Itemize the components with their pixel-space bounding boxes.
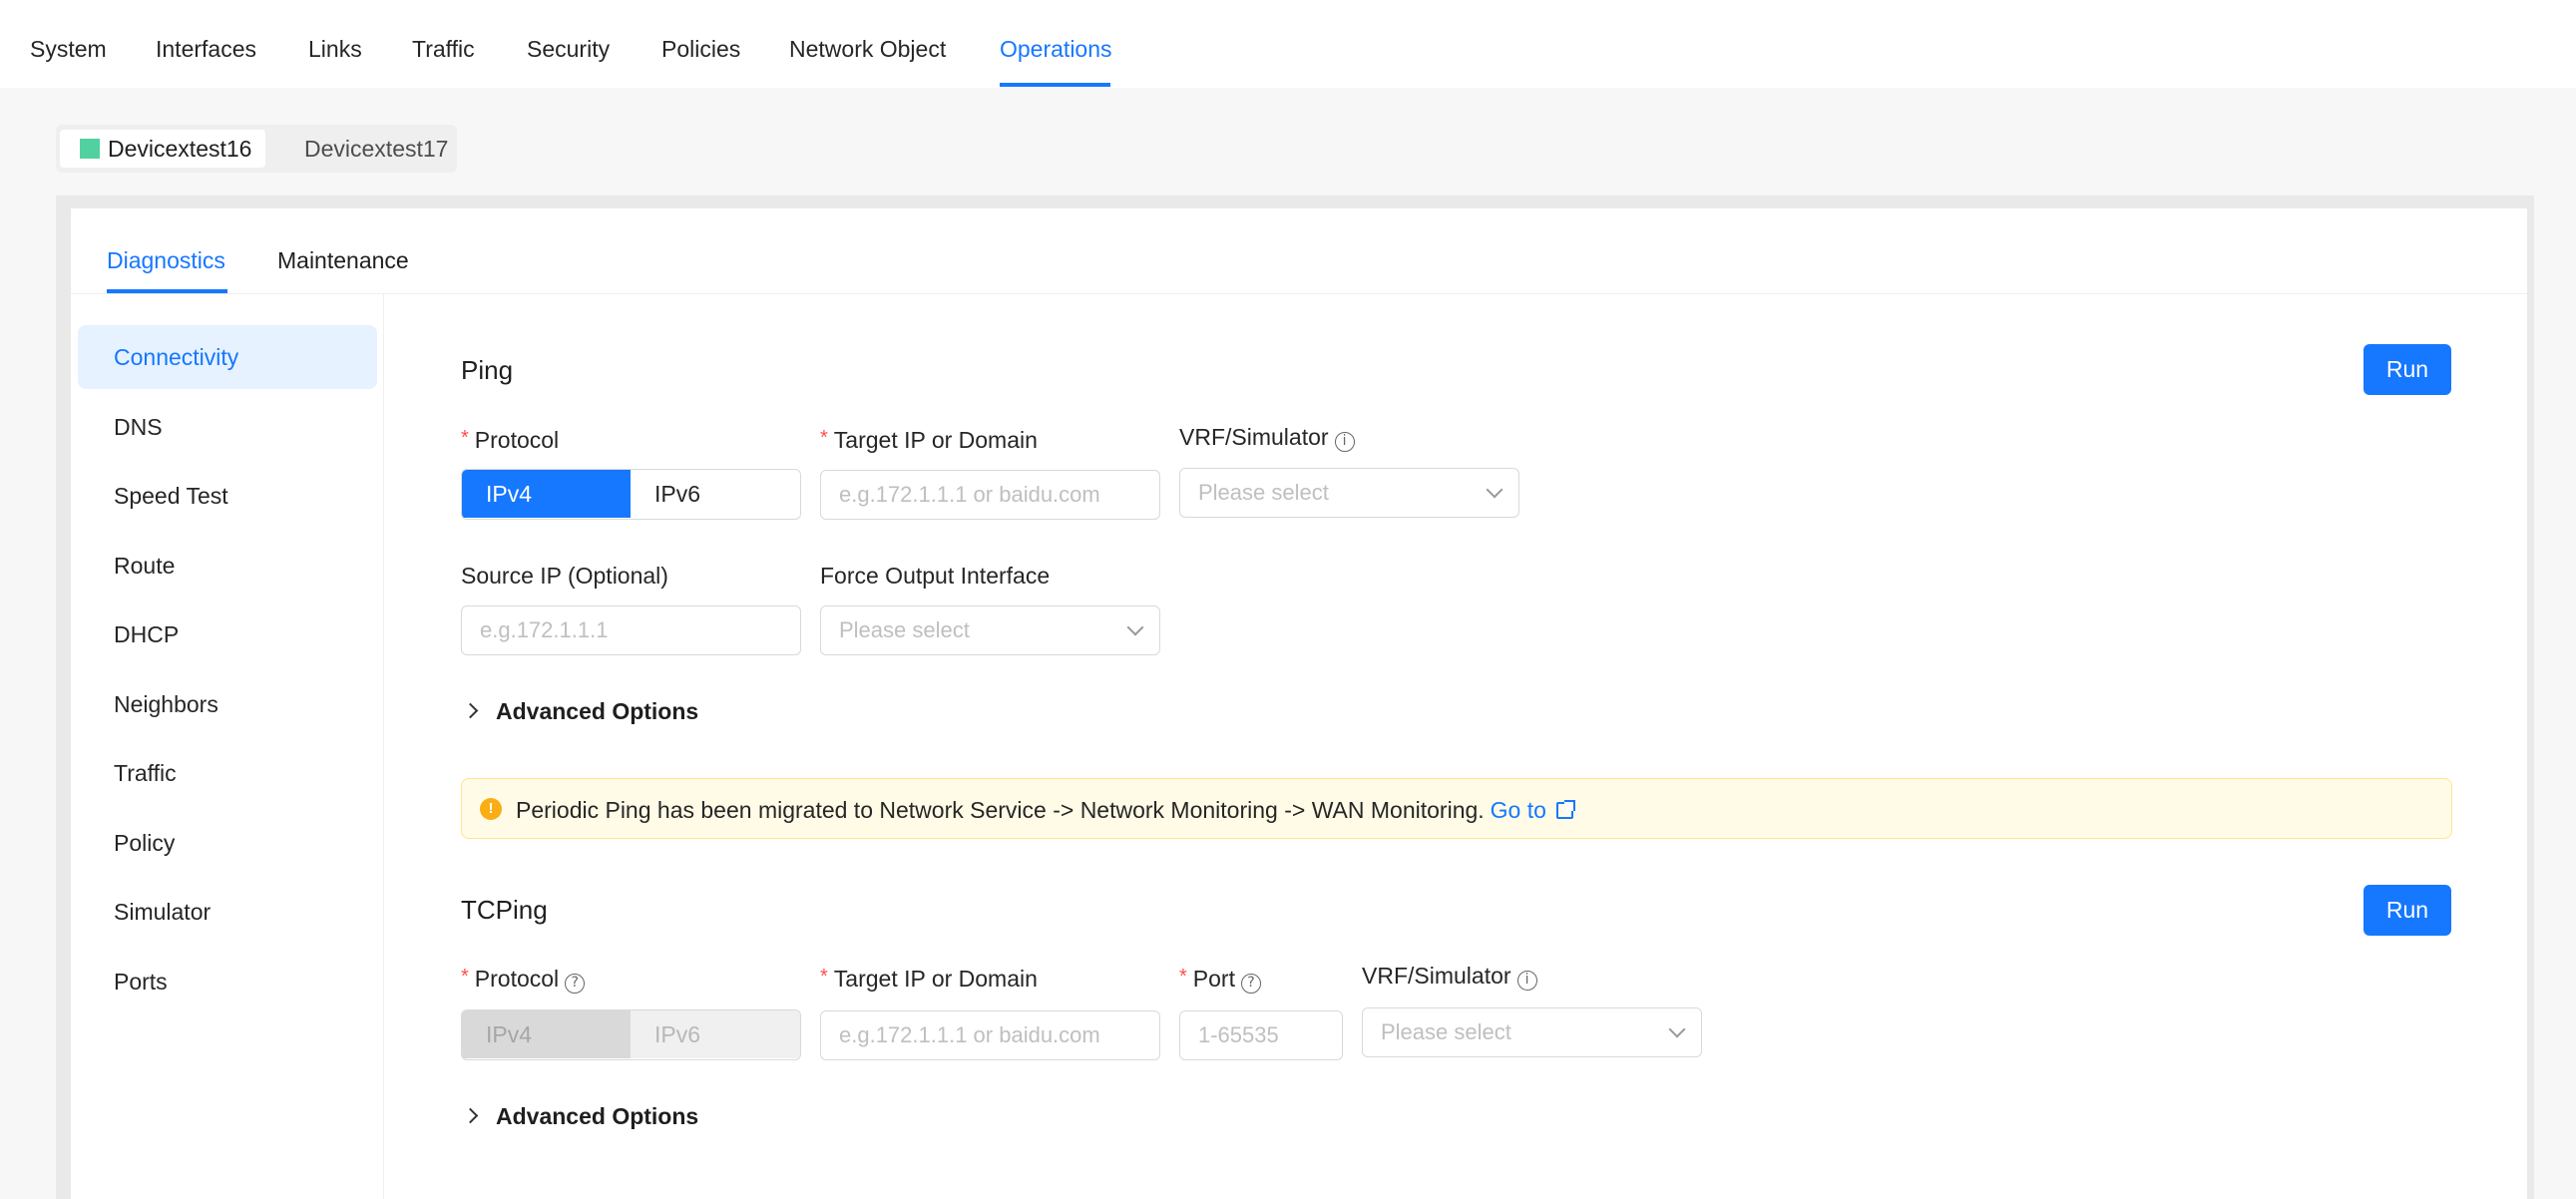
tcping-target-input[interactable]: e.g.172.1.1.1 or baidu.com (820, 1010, 1160, 1060)
go-to-link[interactable]: Go to (1491, 797, 1575, 823)
tcping-port-input[interactable]: 1-65535 (1179, 1010, 1343, 1060)
chevron-down-icon (1486, 481, 1503, 499)
device-tabs: Devicextest16 Devicextest17 (56, 125, 457, 173)
nav-system[interactable]: System (30, 36, 107, 63)
tab-diagnostics[interactable]: Diagnostics (107, 247, 225, 274)
tab-maintenance[interactable]: Maintenance (277, 247, 409, 274)
sidebar-divider (383, 294, 384, 1199)
sidebar-item-speed-test[interactable]: Speed Test (78, 464, 377, 528)
nav-interfaces[interactable]: Interfaces (156, 36, 256, 63)
sidebar-item-neighbors[interactable]: Neighbors (78, 672, 377, 736)
ping-vrf-placeholder: Please select (1198, 480, 1329, 505)
sidebar-item-simulator[interactable]: Simulator (78, 880, 377, 944)
nav-operations[interactable]: Operations (1000, 36, 1112, 63)
ping-force-interface-placeholder: Please select (839, 617, 970, 642)
tcping-title: TCPing (461, 895, 548, 925)
chevron-right-icon (462, 1107, 479, 1124)
ping-title: Ping (461, 355, 514, 385)
ping-protocol-selector: IPv4 IPv6 (461, 469, 801, 520)
ping-protocol-ipv6[interactable]: IPv6 (631, 470, 800, 518)
ping-advanced-options-toggle[interactable]: Advanced Options (461, 698, 698, 725)
device-tab-label: Devicextest16 (108, 136, 252, 162)
nav-traffic[interactable]: Traffic (412, 36, 475, 63)
ping-vrf-label: VRF/Simulator i (1179, 424, 1355, 452)
tabs-divider (71, 293, 2527, 294)
sidebar-item-traffic[interactable]: Traffic (78, 741, 377, 805)
ping-protocol-label: * Protocol (461, 427, 560, 453)
sidebar-item-policy[interactable]: Policy (78, 811, 377, 875)
external-link-icon (1555, 800, 1575, 819)
ping-target-input[interactable]: e.g.172.1.1.1 or baidu.com (820, 470, 1160, 520)
sidebar-item-connectivity[interactable]: Connectivity (78, 325, 377, 389)
sidebar-item-dns[interactable]: DNS (78, 395, 377, 459)
help-icon[interactable]: ? (1240, 974, 1261, 994)
tcping-port-label: * Port? (1179, 966, 1261, 994)
help-icon[interactable]: ? (565, 974, 586, 994)
ping-protocol-ipv4[interactable]: IPv4 (462, 470, 631, 518)
warning-icon: ! (480, 798, 502, 820)
tcping-advanced-options-toggle[interactable]: Advanced Options (461, 1103, 698, 1130)
tcping-protocol-ipv6: IPv6 (631, 1010, 800, 1058)
tcping-vrf-select[interactable]: Please select (1362, 1007, 1702, 1057)
ping-force-interface-select[interactable]: Please select (820, 605, 1160, 655)
device-tab-devicextest16[interactable]: Devicextest16 (60, 130, 266, 168)
tcping-vrf-label: VRF/Simulator i (1362, 963, 1537, 991)
nav-network-object[interactable]: Network Object (789, 36, 946, 63)
ping-force-interface-label: Force Output Interface (820, 563, 1051, 589)
info-icon: i (1516, 971, 1537, 991)
ping-vrf-select[interactable]: Please select (1179, 468, 1519, 518)
info-icon: i (1334, 432, 1355, 452)
tcping-protocol-ipv4: IPv4 (462, 1010, 631, 1058)
sidebar-item-dhcp[interactable]: DHCP (78, 602, 377, 666)
tcping-run-button[interactable]: Run (2363, 885, 2451, 936)
chevron-down-icon (1126, 618, 1144, 636)
sidebar-item-ports[interactable]: Ports (78, 950, 377, 1013)
device-tab-label: Devicextest17 (304, 136, 449, 162)
ping-target-label: * Target IP or Domain (820, 427, 1038, 453)
tcping-protocol-label: * Protocol? (461, 966, 586, 994)
tcping-vrf-placeholder: Please select (1381, 1019, 1511, 1044)
nav-policies[interactable]: Policies (661, 36, 740, 63)
nav-security[interactable]: Security (527, 36, 610, 63)
nav-links[interactable]: Links (308, 36, 362, 63)
chevron-right-icon (462, 702, 479, 719)
ping-source-label: Source IP (Optional) (461, 563, 668, 589)
alert-message: Periodic Ping has been migrated to Netwo… (516, 797, 1575, 824)
tcping-protocol-selector: IPv4 IPv6 (461, 1009, 801, 1060)
device-tab-devicextest17[interactable]: Devicextest17 (290, 130, 462, 168)
top-nav: System Interfaces Links Traffic Security… (0, 0, 2576, 88)
chevron-down-icon (1668, 1020, 1686, 1038)
migration-alert: ! Periodic Ping has been migrated to Net… (461, 778, 2452, 839)
sidebar-item-route[interactable]: Route (78, 534, 377, 598)
ping-run-button[interactable]: Run (2363, 344, 2451, 395)
nav-active-indicator (1000, 83, 1110, 87)
tcping-target-label: * Target IP or Domain (820, 966, 1038, 992)
ping-source-input[interactable]: e.g.172.1.1.1 (461, 605, 801, 655)
device-status-icon (80, 139, 100, 159)
